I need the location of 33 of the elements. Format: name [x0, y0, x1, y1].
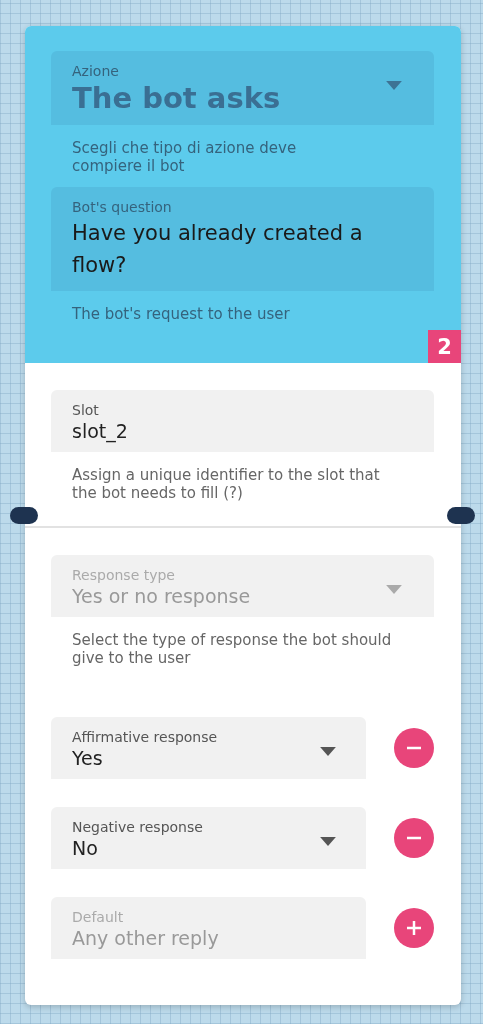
field-label: Affirmative response: [72, 729, 219, 745]
response-select[interactable]: Negative response No: [51, 807, 366, 869]
caret-icon: [320, 837, 336, 846]
text-input[interactable]: Any other reply: [72, 927, 316, 949]
connector-handle[interactable]: [447, 507, 475, 524]
helper-text: Assign a unique identifier to the slot that the bot needs to fill (?): [72, 466, 381, 502]
caret-icon: [320, 747, 336, 756]
helper-text: Select the type of response the bot should give to the user: [72, 631, 392, 667]
field-label: Negative response: [72, 819, 204, 835]
caret-icon: [386, 81, 402, 90]
field-label: Response type: [72, 567, 176, 583]
field-value: Yes or no response: [72, 585, 252, 607]
field-label: Bot's question: [72, 199, 173, 215]
add-button[interactable]: [394, 908, 434, 948]
caret-icon: [386, 585, 402, 594]
node-number-badge: 2: [428, 330, 461, 363]
field-label: Default: [72, 909, 125, 925]
helper-text: The bot's request to the user: [72, 305, 291, 323]
field-label: Azione: [72, 63, 120, 79]
field-value: The bot asks: [72, 81, 282, 115]
field-value: slot_2: [72, 420, 129, 442]
field-label: Slot: [72, 402, 100, 418]
slot-field[interactable]: Slot slot_2: [51, 390, 434, 452]
connector-handle[interactable]: [10, 507, 38, 524]
field-value: No: [72, 837, 99, 859]
field-value: Have you already created a flow?: [72, 220, 364, 279]
response-select[interactable]: Affirmative response Yes: [51, 717, 366, 779]
remove-button[interactable]: [394, 818, 434, 858]
field-value: Yes: [72, 747, 104, 769]
helper-text: Scegli che tipo di azione deve compiere il bot: [72, 139, 298, 175]
remove-button[interactable]: [394, 728, 434, 768]
question-field[interactable]: Bot's question Have you already created a flow?: [51, 187, 434, 291]
plus-icon: [407, 921, 421, 935]
